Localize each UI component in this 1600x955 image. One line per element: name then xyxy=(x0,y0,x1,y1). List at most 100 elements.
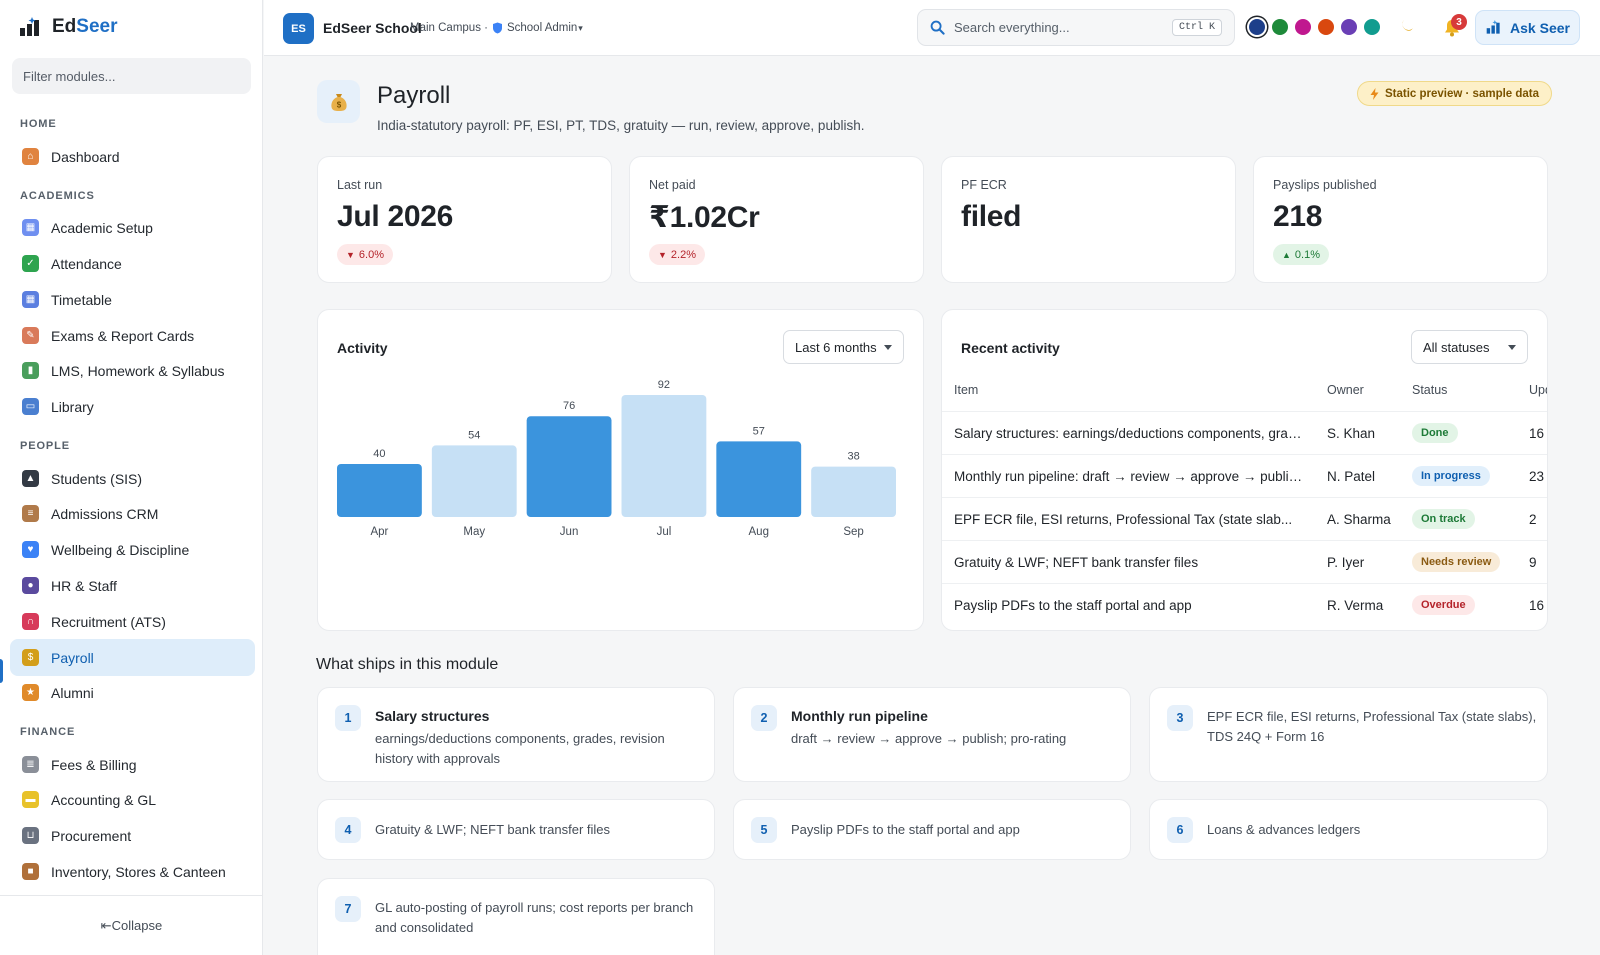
sidebar-item-library[interactable]: ▭ Library xyxy=(10,388,255,425)
role-label: School Admin xyxy=(506,22,578,34)
ask-seer-label: Ask Seer xyxy=(1510,19,1570,36)
sidebar-item-label: Students (SIS) xyxy=(51,470,143,487)
graduation-cap-icon: ▲ xyxy=(22,470,39,487)
table-row[interactable]: EPF ECR file, ESI returns, Professional … xyxy=(942,497,1547,540)
bar-aug[interactable] xyxy=(716,441,802,517)
sidebar-item-fees[interactable]: ≣ Fees & Billing xyxy=(10,746,255,783)
sidebar-item-label: Accounting & GL xyxy=(51,791,157,808)
sidebar-item-students[interactable]: ▲ Students (SIS) xyxy=(10,460,255,497)
ask-seer-button[interactable]: Ask Seer xyxy=(1475,10,1580,45)
theme-swatch-navy[interactable] xyxy=(1249,19,1265,35)
row-item: Monthly run pipeline: draft → review → a… xyxy=(954,468,1304,484)
column-header-owner[interactable]: Owner xyxy=(1327,383,1364,397)
status-filter-select[interactable]: All statuses xyxy=(1411,330,1528,364)
sidebar-item-alumni[interactable]: ★ Alumni xyxy=(10,674,255,711)
section-label-home: HOME xyxy=(20,118,57,130)
sidebar-item-hr-staff[interactable]: ● HR & Staff xyxy=(10,567,255,604)
kpi-card-net-paid: Net paid ₹1.02Cr ▼ 2.2% xyxy=(629,156,924,283)
collapse-button[interactable]: ⇤Collapse xyxy=(0,895,263,955)
search-icon xyxy=(930,20,945,35)
sidebar-item-label: Admissions CRM xyxy=(51,505,159,522)
kpi-card-last-run: Last run Jul 2026 ▼ 6.0% xyxy=(317,156,612,283)
theme-swatches xyxy=(1249,19,1380,35)
global-search[interactable]: Ctrl K xyxy=(917,9,1235,46)
sidebar-item-label: Academic Setup xyxy=(51,219,153,236)
bar-sep[interactable] xyxy=(811,466,896,517)
x-tick-label: Sep xyxy=(843,526,863,538)
bar-jul[interactable] xyxy=(621,395,707,517)
theme-swatch-teal[interactable] xyxy=(1364,19,1380,35)
feature-description: GL auto-posting of payroll runs; cost re… xyxy=(375,900,694,935)
sidebar-item-timetable[interactable]: ▦ Timetable xyxy=(10,281,255,318)
sidebar-item-recruitment[interactable]: ∩ Recruitment (ATS) xyxy=(10,603,255,640)
column-header-status[interactable]: Status xyxy=(1412,383,1447,397)
bar-value-label: 40 xyxy=(373,448,385,460)
sidebar-item-label: Fees & Billing xyxy=(51,756,137,773)
status-filter-value: All statuses xyxy=(1423,339,1490,355)
table-row[interactable]: Payslip PDFs to the staff portal and app… xyxy=(942,583,1547,626)
notification-count-badge: 3 xyxy=(1451,14,1467,30)
table-row[interactable]: Salary structures: earnings/deductions c… xyxy=(942,411,1547,454)
bar-apr[interactable] xyxy=(337,463,422,517)
feature-title: Monthly run pipeline xyxy=(791,708,928,724)
static-preview-label: Static preview · sample data xyxy=(1385,87,1540,100)
row-owner: R. Verma xyxy=(1327,597,1384,613)
school-logo[interactable]: ES xyxy=(283,13,314,44)
theme-swatch-purple[interactable] xyxy=(1341,19,1357,35)
school-name[interactable]: EdSeer School xyxy=(323,20,422,36)
static-preview-badge: Static preview · sample data xyxy=(1357,81,1553,106)
sidebar-item-dashboard[interactable]: ⌂ Dashboard xyxy=(10,138,255,175)
theme-swatch-magenta[interactable] xyxy=(1295,19,1311,35)
bar-jun[interactable] xyxy=(526,416,612,517)
sidebar-item-label: Library xyxy=(51,398,94,415)
sidebar-item-payroll[interactable]: $ Payroll xyxy=(10,639,255,676)
feature-card: 7 GL auto-posting of payroll runs; cost … xyxy=(317,878,715,955)
feature-number: 3 xyxy=(1167,705,1193,731)
column-header-updated[interactable]: Upd xyxy=(1529,383,1547,397)
house-icon: ⌂ xyxy=(22,148,39,165)
moon-icon[interactable] xyxy=(1398,17,1416,35)
search-input[interactable] xyxy=(954,20,1163,35)
bar-may[interactable] xyxy=(431,445,517,517)
svg-text:$: $ xyxy=(336,100,341,109)
sidebar-item-label: Inventory, Stores & Canteen xyxy=(51,863,226,880)
sidebar-item-label: Payroll xyxy=(51,649,94,666)
page-subtitle: India-statutory payroll: PF, ESI, PT, TD… xyxy=(377,118,865,133)
sidebar-item-accounting[interactable]: ▬ Accounting & GL xyxy=(10,781,255,818)
lightning-icon xyxy=(1370,87,1379,100)
feature-card: 5 Payslip PDFs to the staff portal and a… xyxy=(733,799,1131,860)
table-row[interactable]: Gratuity & LWF; NEFT bank transfer files… xyxy=(942,540,1547,583)
search-shortcut: Ctrl K xyxy=(1171,19,1222,36)
sidebar-item-academic-setup[interactable]: ▦ Academic Setup xyxy=(10,209,255,246)
campus-role-switcher[interactable]: Main Campus · School Admin ▾ xyxy=(410,22,583,34)
row-updated: 2 xyxy=(1529,511,1537,527)
status-badge: Overdue xyxy=(1412,595,1475,615)
kpi-value: ₹1.02Cr xyxy=(649,201,760,234)
status-badge: Needs review xyxy=(1412,552,1501,572)
kpi-label: PF ECR xyxy=(961,178,1007,192)
row-updated: 23 xyxy=(1529,468,1545,484)
sidebar-item-label: HR & Staff xyxy=(51,577,117,594)
money-bag-icon: $ xyxy=(317,80,360,123)
theme-swatch-green[interactable] xyxy=(1272,19,1288,35)
feature-number: 4 xyxy=(335,817,361,843)
x-tick-label: Aug xyxy=(749,526,769,538)
sidebar-item-procurement[interactable]: ⊔ Procurement xyxy=(10,817,255,854)
theme-swatch-orange[interactable] xyxy=(1318,19,1334,35)
sidebar-item-label: LMS, Homework & Syllabus xyxy=(51,362,225,379)
sidebar-item-lms[interactable]: ▮ LMS, Homework & Syllabus xyxy=(10,352,255,389)
table-row[interactable]: Monthly run pipeline: draft → review → a… xyxy=(942,454,1547,497)
sidebar-item-admissions[interactable]: ≡ Admissions CRM xyxy=(10,495,255,532)
feature-card: 3 EPF ECR file, ESI returns, Professiona… xyxy=(1149,687,1548,782)
column-header-item[interactable]: Item xyxy=(954,383,978,397)
sidebar-item-label: Timetable xyxy=(51,291,112,308)
filter-modules-input[interactable] xyxy=(12,58,251,94)
recent-activity-table: Item Owner Status Upd Salary structures:… xyxy=(942,368,1547,630)
sidebar-item-attendance[interactable]: ✓ Attendance xyxy=(10,245,255,282)
section-label-finance: FINANCE xyxy=(20,726,76,738)
brand[interactable]: EdSeer xyxy=(18,16,117,38)
sidebar-item-inventory[interactable]: ■ Inventory, Stores & Canteen xyxy=(10,853,255,890)
sidebar-item-wellbeing[interactable]: ♥ Wellbeing & Discipline xyxy=(10,531,255,568)
x-tick-label: Apr xyxy=(370,526,388,538)
sidebar-item-exams[interactable]: ✎ Exams & Report Cards xyxy=(10,317,255,354)
